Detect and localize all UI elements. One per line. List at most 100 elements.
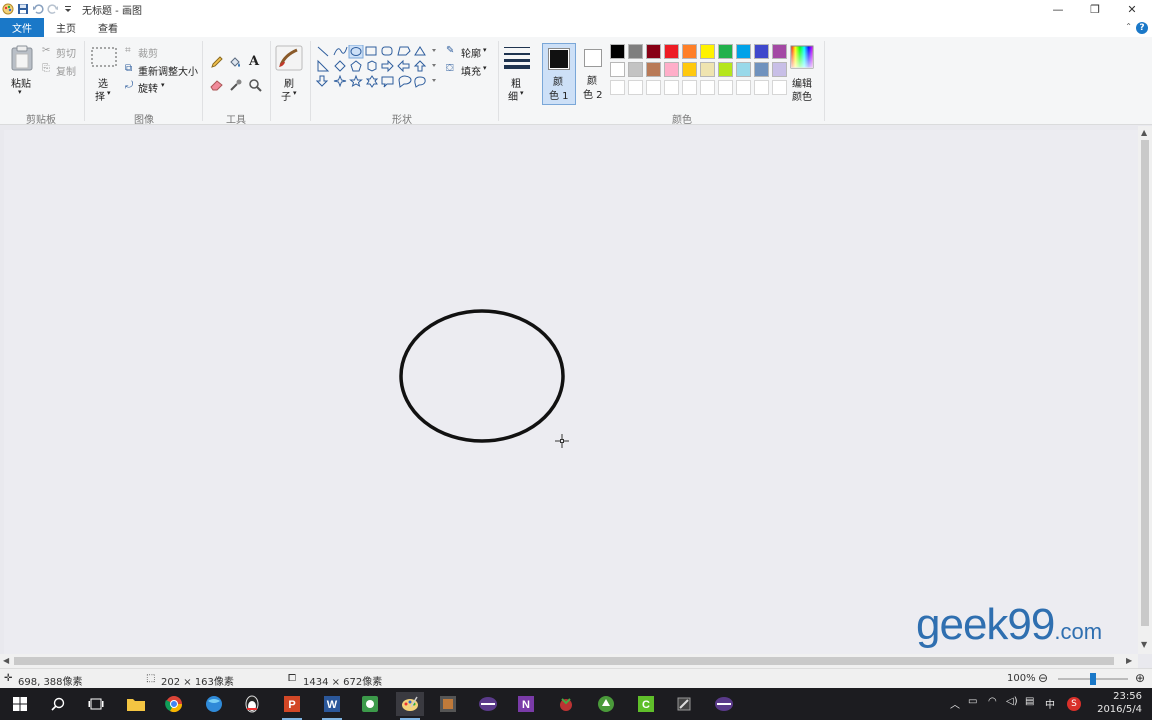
- select-icon[interactable]: [91, 47, 117, 67]
- palette-swatch[interactable]: [610, 62, 625, 77]
- palette-swatch[interactable]: [646, 62, 661, 77]
- vertical-scroll-thumb[interactable]: [1141, 140, 1149, 626]
- palette-swatch[interactable]: [628, 62, 643, 77]
- palette-swatch[interactable]: [772, 80, 787, 95]
- taskbar-app-dark[interactable]: [434, 692, 462, 716]
- taskbar-app-oval-2[interactable]: [710, 692, 738, 716]
- text-tool-icon[interactable]: A: [249, 54, 259, 69]
- brush-icon[interactable]: [275, 45, 303, 71]
- palette-swatch[interactable]: [664, 44, 679, 59]
- palette-swatch[interactable]: [772, 62, 787, 77]
- paste-dropdown-icon[interactable]: ▾: [18, 88, 22, 96]
- palette-swatch[interactable]: [664, 62, 679, 77]
- palette-swatch[interactable]: [736, 80, 751, 95]
- undo-icon[interactable]: [32, 3, 44, 15]
- taskbar-app-oval-1[interactable]: [474, 692, 502, 716]
- save-icon[interactable]: [17, 3, 29, 15]
- resize-button[interactable]: 重新调整大小: [138, 63, 198, 78]
- palette-swatch[interactable]: [610, 80, 625, 95]
- tab-home[interactable]: 主页: [48, 18, 84, 37]
- taskbar-onenote[interactable]: N: [512, 692, 540, 716]
- palette-swatch[interactable]: [772, 44, 787, 59]
- palette-swatch[interactable]: [736, 62, 751, 77]
- size-dropdown-icon[interactable]: ▾: [520, 89, 524, 97]
- sogou-ime-icon[interactable]: S: [1067, 697, 1081, 711]
- magnifier-icon[interactable]: [248, 78, 262, 92]
- palette-swatch[interactable]: [628, 80, 643, 95]
- size-icon[interactable]: [503, 45, 531, 69]
- cut-button[interactable]: 剪切: [56, 45, 76, 60]
- rotate-button[interactable]: 旋转: [138, 80, 158, 95]
- minimize-button[interactable]: —: [1040, 0, 1076, 18]
- palette-swatch[interactable]: [628, 44, 643, 59]
- paste-icon[interactable]: [10, 45, 34, 71]
- taskbar-app-c[interactable]: C: [632, 692, 660, 716]
- tab-file[interactable]: 文件: [0, 18, 44, 37]
- taskbar-qq[interactable]: [238, 692, 266, 716]
- close-button[interactable]: ✕: [1114, 0, 1150, 18]
- crop-button[interactable]: 裁剪: [138, 45, 158, 60]
- select-label-2[interactable]: 择: [95, 88, 105, 103]
- edit-colors-icon[interactable]: [790, 45, 814, 69]
- taskbar-file-explorer[interactable]: [122, 692, 150, 716]
- zoom-in-icon[interactable]: ⊕: [1135, 671, 1145, 685]
- edit-colors-label-2[interactable]: 颜色: [792, 88, 812, 103]
- shapes-gallery[interactable]: [316, 45, 440, 95]
- scroll-right-icon[interactable]: ▶: [1126, 656, 1132, 665]
- zoom-slider[interactable]: [1058, 673, 1128, 685]
- zoom-out-icon[interactable]: ⊖: [1038, 671, 1048, 685]
- brushes-dropdown-icon[interactable]: ▾: [293, 89, 297, 97]
- copy-button[interactable]: 复制: [56, 63, 76, 78]
- color-2-button[interactable]: 颜 色 2: [580, 43, 608, 105]
- taskbar-powerpoint[interactable]: P: [278, 692, 306, 720]
- fill-bucket-icon[interactable]: [228, 55, 242, 69]
- scroll-down-icon[interactable]: ▼: [1141, 640, 1147, 649]
- volume-icon[interactable]: ◁): [1006, 696, 1018, 707]
- search-button[interactable]: [44, 692, 72, 716]
- outline-button[interactable]: 轮廓: [461, 45, 481, 60]
- vertical-scrollbar[interactable]: ▲ ▼: [1138, 126, 1152, 654]
- notification-icon[interactable]: ▤: [1025, 696, 1034, 707]
- palette-swatch[interactable]: [718, 80, 733, 95]
- horizontal-scrollbar[interactable]: ◀ ▶: [0, 654, 1138, 668]
- palette-swatch[interactable]: [610, 44, 625, 59]
- zoom-slider-thumb[interactable]: [1090, 673, 1096, 685]
- customize-qat-icon[interactable]: [62, 3, 74, 15]
- palette-swatch[interactable]: [700, 62, 715, 77]
- tray-expand-icon[interactable]: ︿: [950, 696, 960, 711]
- palette-swatch[interactable]: [646, 44, 661, 59]
- palette-swatch[interactable]: [682, 80, 697, 95]
- palette-swatch[interactable]: [664, 80, 679, 95]
- select-dropdown-icon[interactable]: ▾: [107, 89, 111, 97]
- pencil-icon[interactable]: [210, 55, 224, 69]
- taskbar-paint[interactable]: [396, 692, 424, 720]
- palette-swatch[interactable]: [682, 62, 697, 77]
- taskbar-browser[interactable]: [200, 692, 228, 716]
- scroll-left-icon[interactable]: ◀: [3, 656, 9, 665]
- maximize-button[interactable]: ❐: [1077, 0, 1113, 18]
- horizontal-scroll-thumb[interactable]: [14, 657, 1114, 665]
- brushes-label-2[interactable]: 子: [281, 88, 291, 103]
- palette-swatch[interactable]: [682, 44, 697, 59]
- size-label-2[interactable]: 细: [508, 88, 518, 103]
- palette-swatch[interactable]: [700, 44, 715, 59]
- palette-swatch[interactable]: [718, 62, 733, 77]
- tab-view[interactable]: 查看: [90, 18, 126, 37]
- scroll-up-icon[interactable]: ▲: [1141, 128, 1147, 137]
- help-icon[interactable]: ?: [1136, 22, 1148, 34]
- rotate-dropdown-icon[interactable]: ▾: [161, 81, 165, 89]
- taskbar-app-game[interactable]: [552, 692, 580, 716]
- color-picker-icon[interactable]: [229, 78, 243, 92]
- fill-dropdown-icon[interactable]: ▾: [483, 64, 487, 72]
- drawing-canvas[interactable]: [4, 130, 1138, 654]
- palette-swatch[interactable]: [736, 44, 751, 59]
- wifi-icon[interactable]: ◠: [988, 696, 997, 707]
- palette-swatch[interactable]: [700, 80, 715, 95]
- palette-swatch[interactable]: [646, 80, 661, 95]
- taskbar-app-android[interactable]: [592, 692, 620, 716]
- palette-swatch[interactable]: [718, 44, 733, 59]
- clock[interactable]: 23:56 2016/5/4: [1097, 690, 1142, 716]
- collapse-ribbon-icon[interactable]: ⌃: [1125, 22, 1132, 31]
- start-button[interactable]: [6, 692, 34, 716]
- task-view-button[interactable]: [82, 692, 110, 716]
